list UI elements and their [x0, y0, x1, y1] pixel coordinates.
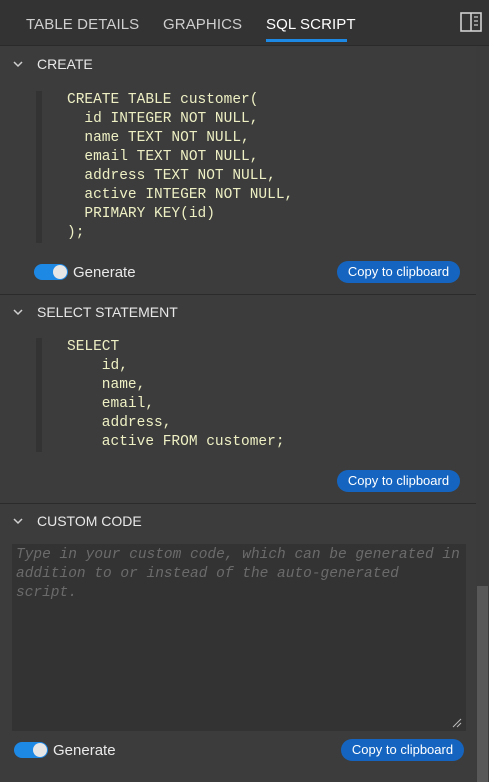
custom-section-title: CUSTOM CODE [37, 513, 142, 529]
split-panel-icon[interactable] [460, 12, 482, 32]
code-line: active INTEGER NOT NULL, [67, 187, 294, 203]
custom-generate-label: Generate [53, 742, 116, 759]
code-line: name TEXT NOT NULL, [67, 130, 250, 146]
toggle-knob [53, 265, 67, 279]
tab-bar: TABLE DETAILS GRAPHICS SQL SCRIPT [0, 0, 489, 46]
code-line: id, [67, 358, 128, 374]
tab-sql-script[interactable]: SQL SCRIPT [266, 16, 356, 33]
code-line: address, [67, 415, 172, 431]
resize-grip-icon[interactable] [452, 718, 462, 728]
custom-generate-toggle[interactable] [14, 742, 48, 758]
code-line: PRIMARY KEY(id) [67, 206, 215, 222]
create-sql-code: CREATE TABLE customer( id INTEGER NOT NU… [36, 91, 293, 243]
code-line: SELECT [67, 339, 120, 355]
custom-code-editor[interactable] [12, 544, 466, 731]
custom-section-header[interactable]: CUSTOM CODE [0, 503, 476, 539]
toggle-knob [33, 743, 47, 757]
create-generate-toggle[interactable] [34, 264, 68, 280]
select-section-title: SELECT STATEMENT [37, 304, 178, 320]
active-tab-indicator [266, 39, 347, 42]
create-generate-label: Generate [73, 264, 136, 281]
scrollbar-thumb[interactable] [477, 586, 488, 782]
tab-table-details[interactable]: TABLE DETAILS [26, 16, 139, 33]
chevron-down-icon[interactable] [12, 306, 24, 318]
code-line: email TEXT NOT NULL, [67, 149, 259, 165]
tab-graphics[interactable]: GRAPHICS [163, 16, 242, 33]
code-line: id INTEGER NOT NULL, [67, 111, 259, 127]
select-section-header[interactable]: SELECT STATEMENT [0, 294, 476, 330]
create-copy-button[interactable]: Copy to clipboard [337, 261, 460, 283]
code-line: address TEXT NOT NULL, [67, 168, 276, 184]
create-section-title: CREATE [37, 56, 93, 72]
code-line: name, [67, 377, 146, 393]
code-line: active FROM customer; [67, 434, 285, 450]
chevron-down-icon[interactable] [12, 58, 24, 70]
chevron-down-icon[interactable] [12, 515, 24, 527]
code-line: CREATE TABLE customer( [67, 92, 259, 108]
custom-copy-button[interactable]: Copy to clipboard [341, 739, 464, 761]
create-section-header[interactable]: CREATE [0, 46, 476, 82]
select-sql-code: SELECT id, name, email, address, active … [36, 338, 285, 452]
code-line: ); [67, 225, 85, 241]
code-line: email, [67, 396, 155, 412]
select-copy-button[interactable]: Copy to clipboard [337, 470, 460, 492]
